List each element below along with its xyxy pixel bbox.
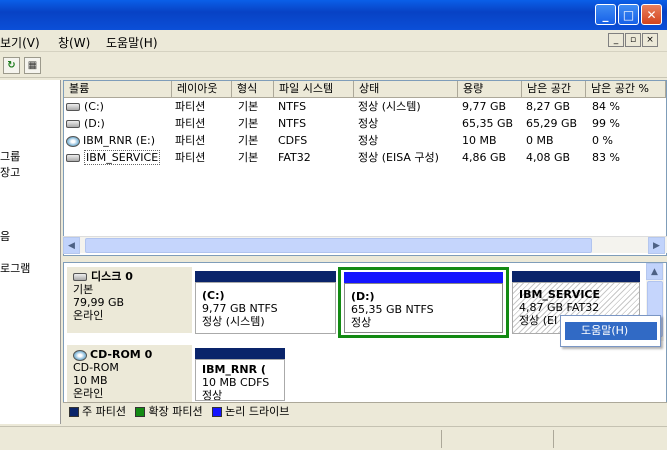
status-divider xyxy=(553,430,554,448)
disk-0-info[interactable]: 디스크 0 기본 79,99 GB 온라인 xyxy=(67,267,192,333)
volume-list: 볼륨 레이아웃 형식 파일 시스템 상태 용량 남은 공간 남은 공간 % (C… xyxy=(63,80,667,256)
table-row[interactable]: (D:) 파티션 기본 NTFS 정상 65,35 GB 65,29 GB 99… xyxy=(64,115,666,132)
horizontal-scroll-thumb[interactable] xyxy=(85,238,592,253)
refresh-icon: ↻ xyxy=(7,60,16,71)
col-header-filesystem[interactable]: 파일 시스템 xyxy=(274,81,354,98)
disk-0-state: 온라인 xyxy=(73,309,104,322)
horizontal-scrollbar[interactable]: ◀ ▶ xyxy=(63,236,667,254)
partition-c[interactable]: (C:) 9,77 GB NTFS 정상 (시스템) xyxy=(195,282,336,334)
status-divider xyxy=(441,430,442,448)
partition-cdrom-bar xyxy=(195,348,285,359)
scroll-up-button[interactable]: ▲ xyxy=(646,263,663,280)
table-row[interactable]: IBM_RNR (E:) 파티션 기본 CDFS 정상 10 MB 0 MB 0… xyxy=(64,132,666,149)
tree-item-sound[interactable]: 음 xyxy=(0,228,10,244)
partition-d[interactable]: (D:) 65,35 GB NTFS 정상 xyxy=(344,283,503,333)
legend-bar: 주 파티션 확장 파티션 논리 드라이브 xyxy=(63,402,667,422)
tree-item-program[interactable]: 로그램 xyxy=(0,260,30,276)
disk-0-size: 79,99 GB xyxy=(73,296,125,309)
col-header-type[interactable]: 형식 xyxy=(232,81,274,98)
scroll-right-button[interactable]: ▶ xyxy=(648,237,665,254)
close-button[interactable]: ✕ xyxy=(641,4,662,25)
col-header-status[interactable]: 상태 xyxy=(354,81,458,98)
properties-button[interactable]: ▦ xyxy=(24,57,41,74)
toolbar: ↻ ▦ xyxy=(0,53,667,78)
table-row[interactable]: (C:) 파티션 기본 NTFS 정상 (시스템) 9,77 GB 8,27 G… xyxy=(64,98,666,115)
legend-extended-swatch xyxy=(135,407,146,417)
properties-icon: ▦ xyxy=(27,60,38,71)
tree-item-warehouse[interactable]: 장고 xyxy=(0,164,20,180)
cdrom-0-size: 10 MB xyxy=(73,374,108,387)
arrow-right-icon: ▶ xyxy=(653,240,660,251)
close-icon: ✕ xyxy=(646,7,657,22)
arrow-left-icon: ◀ xyxy=(68,240,75,251)
legend-logical: 논리 드라이브 xyxy=(225,405,290,418)
table-row[interactable]: IBM_SERVICE 파티션 기본 FAT32 정상 (EISA 구성) 4,… xyxy=(64,149,666,166)
disk-0-type: 기본 xyxy=(73,283,94,296)
partition-c-bar xyxy=(195,271,336,282)
disk-0-name: 디스크 0 xyxy=(91,270,133,283)
menu-bar: 보기(V) 창(W) 도움말(H) _ ▫ × xyxy=(0,30,667,52)
scroll-left-button[interactable]: ◀ xyxy=(63,237,80,254)
legend-logical-swatch xyxy=(212,407,223,417)
menu-window[interactable]: 창(W) xyxy=(58,34,90,51)
col-header-volume[interactable]: 볼륨 xyxy=(64,81,172,98)
cdrom-icon xyxy=(66,135,80,147)
partition-cdrom[interactable]: IBM_RNR ( 10 MB CDFS 정상 xyxy=(195,359,285,401)
minimize-icon: _ xyxy=(602,7,609,22)
drive-icon xyxy=(66,154,80,162)
minimize-button[interactable]: _ xyxy=(595,4,616,25)
drive-icon xyxy=(66,120,80,128)
mdi-close-button[interactable]: × xyxy=(642,33,658,47)
col-header-layout[interactable]: 레이아웃 xyxy=(172,81,232,98)
drive-icon xyxy=(66,103,80,111)
console-tree: 그룹 장고 음 로그램 xyxy=(0,80,61,424)
partition-d-bar xyxy=(344,272,503,283)
col-header-free[interactable]: 남은 공간 xyxy=(522,81,586,98)
cdrom-0-name: CD-ROM 0 xyxy=(90,348,153,361)
cdrom-0-info[interactable]: CD-ROM 0 CD-ROM 10 MB 온라인 xyxy=(67,345,192,405)
col-header-free-pct[interactable]: 남은 공간 % xyxy=(586,81,666,98)
cdrom-icon xyxy=(73,349,87,361)
mdi-minimize-button[interactable]: _ xyxy=(608,33,624,47)
partition-d-selected[interactable]: (D:) 65,35 GB NTFS 정상 xyxy=(338,267,509,338)
mdi-restore-button[interactable]: ▫ xyxy=(625,33,641,47)
cdrom-0-type: CD-ROM xyxy=(73,361,119,374)
title-bar: _ □ ✕ xyxy=(0,0,667,30)
legend-extended: 확장 파티션 xyxy=(148,405,203,418)
menu-help[interactable]: 도움말(H) xyxy=(106,34,158,51)
context-menu-help[interactable]: 도움말(H) xyxy=(565,322,657,340)
legend-primary: 주 파티션 xyxy=(82,405,126,418)
maximize-button[interactable]: □ xyxy=(618,4,639,25)
cdrom-0-state: 온라인 xyxy=(73,387,104,400)
refresh-button[interactable]: ↻ xyxy=(3,57,20,74)
arrow-up-icon: ▲ xyxy=(651,266,658,277)
tree-item-group[interactable]: 그룹 xyxy=(0,148,20,164)
partition-ibm-service-bar xyxy=(512,271,640,282)
menu-view[interactable]: 보기(V) xyxy=(0,34,40,51)
col-header-capacity[interactable]: 용량 xyxy=(458,81,522,98)
status-bar xyxy=(0,426,667,450)
disk-icon xyxy=(73,273,87,281)
legend-primary-swatch xyxy=(69,407,79,417)
maximize-icon: □ xyxy=(622,7,635,22)
context-menu: 도움말(H) xyxy=(560,315,661,347)
